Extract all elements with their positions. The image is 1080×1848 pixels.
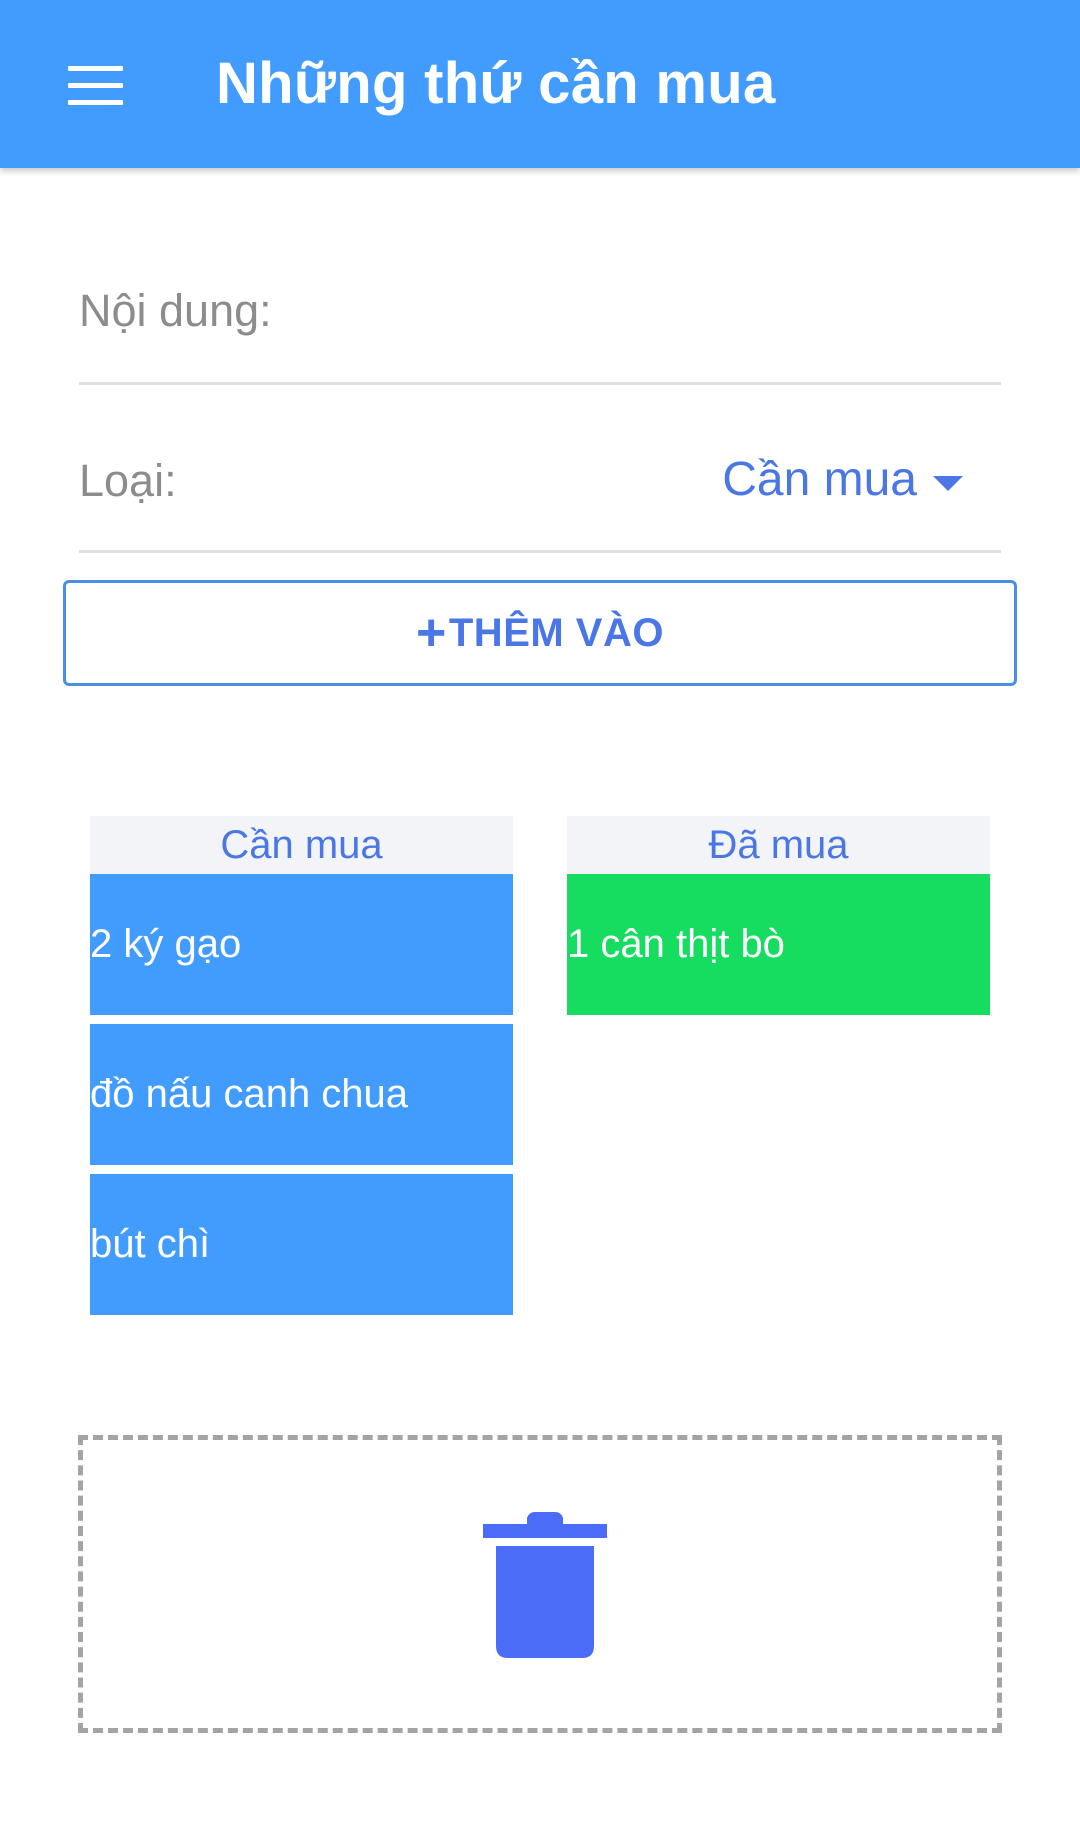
type-label: Loại: [79, 455, 177, 506]
to-buy-list: Cần mua 2 ký gạo đồ nấu canh chua bút ch… [90, 816, 513, 1324]
to-buy-header: Cần mua [90, 816, 513, 874]
app-bar: Những thứ cần mua [0, 0, 1080, 168]
list-item[interactable]: 1 cân thịt bò [567, 874, 990, 1015]
add-button-label: THÊM VÀO [448, 610, 664, 655]
hamburger-menu-icon-line [68, 99, 123, 105]
type-select-value[interactable]: Cần mua [722, 452, 917, 507]
trash-icon [483, 1512, 607, 1658]
content-label: Nội dung: [79, 285, 272, 336]
list-item[interactable]: 2 ký gạo [90, 874, 513, 1015]
type-select-field[interactable]: Loại: Cần mua [79, 420, 1001, 553]
content-input[interactable] [299, 280, 1001, 350]
hamburger-menu-icon-line [68, 82, 123, 88]
plus-icon: + [416, 604, 447, 662]
page-title: Những thứ cần mua [216, 51, 776, 116]
dropdown-caret-icon[interactable] [933, 476, 963, 491]
list-item[interactable]: đồ nấu canh chua [90, 1024, 513, 1165]
bought-header: Đã mua [567, 816, 990, 874]
menu-button[interactable] [60, 55, 130, 115]
add-button[interactable]: + THÊM VÀO [63, 580, 1017, 686]
trash-drop-zone[interactable] [78, 1435, 1002, 1733]
list-item[interactable]: bút chì [90, 1174, 513, 1315]
bought-list: Đã mua 1 cân thịt bò [567, 816, 990, 1024]
content-field[interactable]: Nội dung: [79, 250, 1001, 385]
hamburger-menu-icon [68, 65, 123, 71]
